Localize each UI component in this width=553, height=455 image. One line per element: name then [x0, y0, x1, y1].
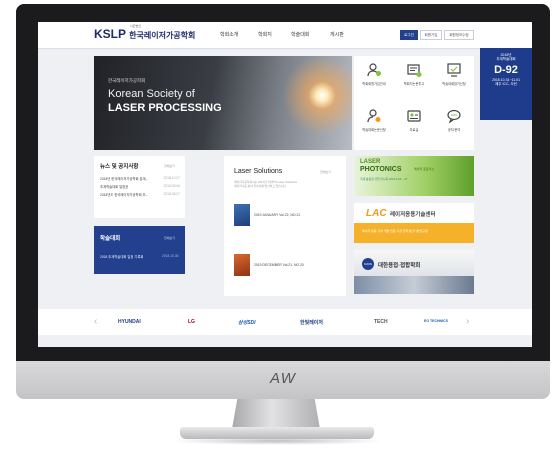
journal-issue-label[interactable]: 2019 JANUARY Vol.22, NO.21	[254, 213, 300, 217]
quick-paper-submit[interactable]: 학회지논문투고	[394, 56, 434, 101]
dday-count: D-92	[494, 64, 518, 76]
quick-menu: 학회회원가입안내 학회지논문투고 학술대회참가신청 학술대회논문신청 자료실 공…	[354, 56, 474, 150]
user-search-icon	[367, 109, 381, 123]
logo-sub: 사단법인	[130, 24, 142, 28]
nav-conference[interactable]: 학술대회	[291, 31, 309, 38]
quick-label: 학술대회논문신청	[362, 128, 386, 132]
signup-button[interactable]: 회원가입	[420, 30, 442, 40]
nav-board[interactable]: 게시판	[330, 31, 344, 38]
monitor-stand-base	[180, 427, 374, 439]
news-title: 뉴스 및 공지사항	[100, 164, 139, 170]
photonics-top: LASER	[360, 159, 381, 165]
news-item-date: 2018.09.06	[163, 184, 180, 188]
journal-cover[interactable]	[234, 204, 250, 226]
lac-sub: 레이저 응용 기술 개발 전문 기관 한국생산기술연구원	[362, 229, 428, 233]
hero-eng-line1: Korean Society of	[108, 88, 195, 100]
conference-more-link[interactable]: 전체보기	[164, 236, 175, 240]
quick-archive[interactable]: 자료실	[394, 102, 434, 147]
kwjs-logo-badge: KWJS	[362, 258, 374, 270]
monitor-brand-label: AW	[270, 370, 296, 387]
chat-icon	[447, 109, 461, 124]
news-item-text: 2018년 한국레이저가공학회 춘계...	[100, 177, 149, 181]
journal-issue-label[interactable]: 2019 DECEMBER Vol.21, NO.20	[254, 263, 304, 267]
logo-mark: KSLP	[94, 27, 126, 41]
conference-date: 2018.10.30	[162, 254, 179, 258]
conference-title: 학술대회	[100, 236, 121, 242]
hero-banner[interactable]: 한국레이저가공학회 Korean Society of LASER PROCES…	[94, 56, 352, 150]
dday-place: 제주 ICC, 오션	[495, 82, 517, 86]
dday-line2: 추계학술대회	[496, 57, 516, 61]
lac-banner[interactable]: LAC 레이저응용기술센터 레이저 응용 기술 개발 전문 기관 한국생산기술연…	[354, 203, 474, 243]
laser-solutions-title: Laser Solutions	[234, 168, 283, 175]
lac-logo: LAC	[366, 208, 387, 219]
site-logo[interactable]: KSLP 한국레이저가공학회	[94, 27, 195, 41]
dday-banner[interactable]: 2018년 추계학술대회 D-92 2018.10.31~11.01 제주 IC…	[480, 48, 532, 120]
partner-strip: ‹ HYUNDAI LG 삼성SDI 한빛레이저 TECH EO TECHNIC…	[38, 309, 532, 335]
news-more-link[interactable]: 전체보기	[164, 164, 175, 168]
partner-hanbit-laser[interactable]: 한빛레이저	[300, 319, 323, 326]
laser-solutions-more[interactable]: 전체보기	[320, 170, 331, 174]
photonics-sub: 레이저 포토닉스	[414, 167, 435, 171]
photonics-main: PHOTONICS	[360, 166, 402, 173]
kwjs-banner[interactable]: KWJS 대한용접·접합학회	[354, 250, 474, 294]
partner-samsung-sdi[interactable]: 삼성SDI	[238, 319, 256, 326]
lac-text: 레이저응용기술센터	[390, 212, 436, 218]
quick-label: 공지/문의	[447, 128, 461, 132]
monitor-stand-neck	[232, 399, 320, 429]
id-card-icon	[407, 110, 421, 122]
photonics-info: 국제 광융합 산업 전시회 2019.6.26 ~ 27	[360, 177, 408, 181]
quick-label: 학회지논문투고	[403, 82, 425, 86]
news-item-text: 2018년도 한국레이저가공학회 추...	[100, 193, 149, 197]
partner-hyundai[interactable]: HYUNDAI	[118, 319, 141, 325]
news-panel: 뉴스 및 공지사항 전체보기 2018년 한국레이저가공학회 춘계... 2018…	[94, 156, 185, 218]
news-item[interactable]: 2018년도 한국레이저가공학회 추... 2018.08.07	[100, 192, 180, 197]
member-icon	[367, 63, 381, 77]
laser-solutions-desc2: 레이저가공 분야 학술지를 발간하고 있습니다	[234, 184, 286, 188]
quick-conference-paper[interactable]: 학술대회논문신청	[354, 102, 394, 147]
quick-conference-apply[interactable]: 학술대회참가신청	[434, 56, 474, 101]
quick-notice[interactable]: 공지/문의	[434, 102, 474, 147]
chevron-left-icon[interactable]: ‹	[94, 316, 97, 327]
quick-member-join[interactable]: 학회회원가입안내	[354, 56, 394, 101]
news-item-date: 2018.10.07	[163, 176, 180, 180]
laser-photonics-banner[interactable]: LASER PHOTONICS 레이저 포토닉스 국제 광융합 산업 전시회 2…	[354, 156, 474, 196]
conference-item[interactable]: 2018 추계학술대회 일정 기록회	[100, 254, 143, 259]
edit-profile-button[interactable]: 회원정보수정	[444, 30, 474, 40]
nav-about[interactable]: 학회소개	[220, 31, 238, 38]
kwjs-city-image	[354, 276, 474, 294]
site-header: KSLP 한국레이저가공학회 사단법인 학회소개 학회지 학술대회 게시판 로그…	[38, 22, 532, 49]
monitor-icon	[447, 63, 461, 77]
login-button[interactable]: 로그인	[400, 30, 418, 40]
news-item[interactable]: 추계학술대회 일정표 2018.09.06	[100, 184, 180, 189]
laser-solutions-panel: Laser Solutions 전체보기 레이저가공학회지는 2017년 7월부…	[224, 156, 346, 296]
conference-panel[interactable]: 학술대회 전체보기 2018 추계학술대회 일정 기록회 2018.10.30	[94, 226, 185, 274]
laser-sparks-image	[244, 56, 352, 150]
hero-eng-line2: LASER PROCESSING	[108, 102, 222, 114]
chevron-right-icon[interactable]: ›	[466, 316, 469, 327]
news-item-text: 추계학술대회 일정표	[100, 185, 129, 189]
news-item[interactable]: 2018년 한국레이저가공학회 춘계... 2018.10.07	[100, 176, 180, 181]
partner-eo-technics[interactable]: EO TECHNICS	[424, 319, 448, 323]
quick-label: 자료실	[409, 128, 419, 132]
nav-journal[interactable]: 학회지	[258, 31, 272, 38]
partner-tech[interactable]: TECH	[374, 319, 388, 325]
website-screen: KSLP 한국레이저가공학회 사단법인 학회소개 학회지 학술대회 게시판 로그…	[38, 22, 532, 347]
quick-label: 학회회원가입안내	[362, 82, 386, 86]
logo-text: 한국레이저가공학회	[129, 31, 196, 40]
quick-label: 학술대회참가신청	[442, 82, 466, 86]
hero-kor-title: 한국레이저가공학회	[108, 78, 146, 83]
partner-lg[interactable]: LG	[188, 319, 195, 325]
news-item-date: 2018.08.07	[163, 192, 180, 196]
journal-cover[interactable]	[234, 254, 250, 276]
document-icon	[407, 64, 422, 77]
kwjs-text: 대한용접·접합학회	[378, 263, 421, 269]
